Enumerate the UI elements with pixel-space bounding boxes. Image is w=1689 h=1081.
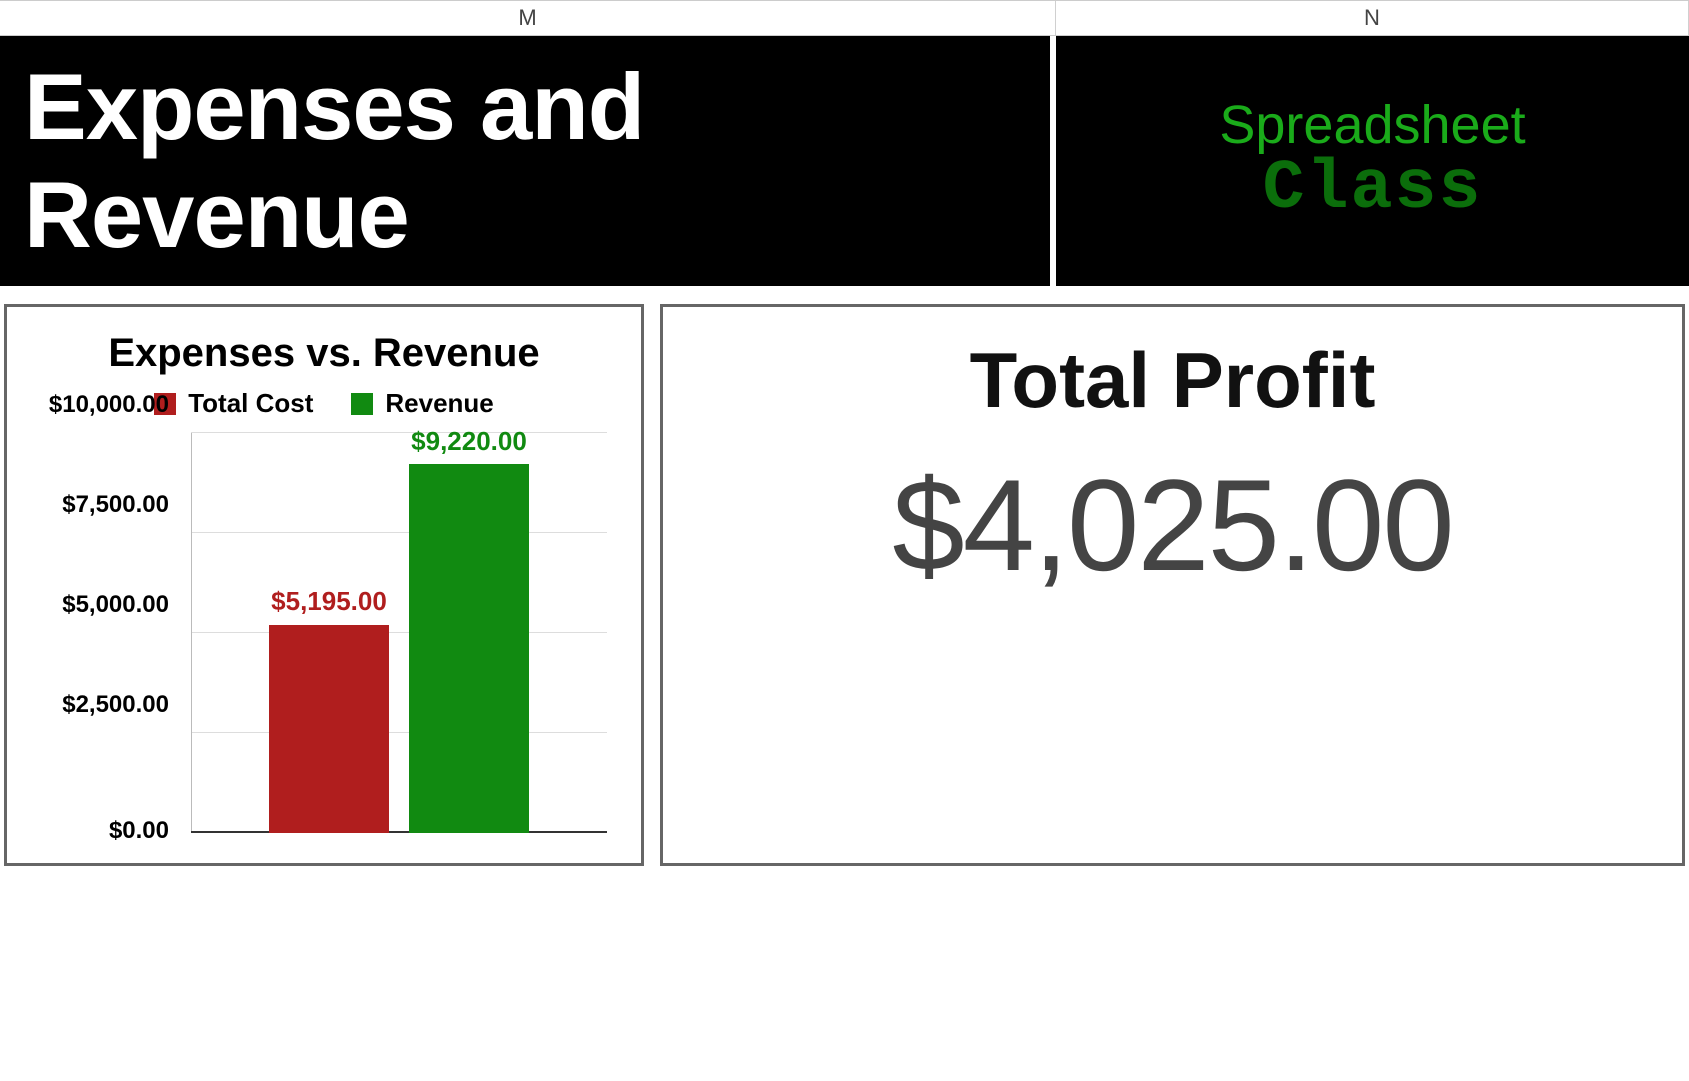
logo-line2: Class (1262, 150, 1482, 229)
legend-label-revenue: Revenue (385, 388, 493, 419)
bars: $5,195.00 $9,220.00 (191, 433, 607, 833)
y-axis: $0.00 $2,500.00 $5,000.00 $7,500.00 $10,… (31, 433, 181, 833)
chart-card: Expenses vs. Revenue Total Cost Revenue … (4, 304, 644, 866)
page-title: Expenses and Revenue (24, 53, 1050, 269)
profit-title: Total Profit (695, 335, 1650, 426)
legend-item-total-cost: Total Cost (154, 388, 313, 419)
bar-label-total-cost: $5,195.00 (249, 586, 409, 617)
bar-rect-total-cost (269, 625, 389, 833)
bar-revenue: $9,220.00 (409, 433, 529, 833)
chart-plot: $0.00 $2,500.00 $5,000.00 $7,500.00 $10,… (31, 433, 617, 833)
legend-item-revenue: Revenue (351, 388, 493, 419)
y-tick-1: $2,500.00 (62, 691, 169, 719)
spacer (0, 286, 1689, 304)
legend-swatch-revenue (351, 393, 373, 415)
y-tick-4: $10,000.00 (49, 391, 169, 419)
column-header-m[interactable]: M (0, 1, 1056, 35)
y-tick-0: $0.00 (109, 817, 169, 845)
title-cell: Expenses and Revenue (0, 36, 1056, 286)
logo-line1: Spreadsheet (1219, 94, 1525, 156)
y-tick-3: $7,500.00 (62, 491, 169, 519)
chart-title: Expenses vs. Revenue (7, 331, 641, 376)
column-headers: M N (0, 0, 1689, 36)
bar-total-cost: $5,195.00 (269, 433, 389, 833)
title-row: Expenses and Revenue Spreadsheet Class (0, 36, 1689, 286)
logo-cell: Spreadsheet Class (1056, 36, 1689, 286)
profit-card: Total Profit $4,025.00 (660, 304, 1685, 866)
bar-rect-revenue (409, 464, 529, 833)
dashboard-row: Expenses vs. Revenue Total Cost Revenue … (0, 304, 1689, 866)
profit-value: $4,025.00 (695, 450, 1650, 600)
bar-label-revenue: $9,220.00 (389, 426, 549, 457)
column-header-n[interactable]: N (1056, 1, 1689, 35)
legend-label-total-cost: Total Cost (188, 388, 313, 419)
y-tick-2: $5,000.00 (62, 591, 169, 619)
